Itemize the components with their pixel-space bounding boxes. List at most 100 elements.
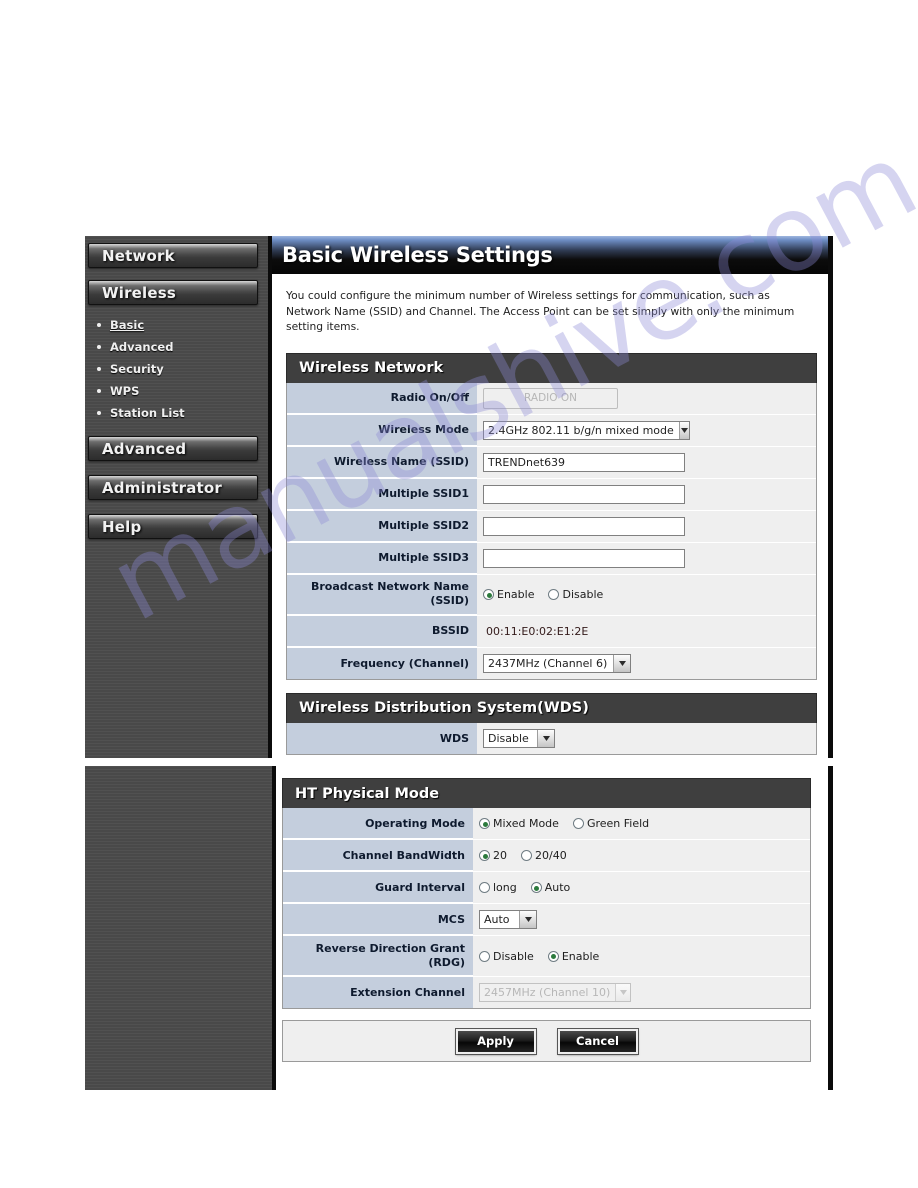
frequency-select[interactable]: 2437MHz (Channel 6) [483,653,631,673]
rdg-disable-radio[interactable]: Disable [479,950,534,963]
intro-text: You could configure the minimum number o… [286,289,795,334]
wireless-network-section: Wireless Network Radio On/Off RADIO ON W… [286,352,817,680]
row-frequency: Frequency (Channel) 2437MHz (Channel 6) [287,647,816,679]
row-field: Disable Enable [473,936,810,976]
row-label: Frequency (Channel) [287,647,477,679]
guard-auto-radio[interactable]: Auto [530,881,571,894]
radio-label: Green Field [586,817,650,830]
row-label: Reverse Direction Grant (RDG) [283,936,473,976]
sidebar-item-network[interactable]: Network [88,243,258,268]
radio-label: 20/40 [535,849,567,862]
radio-selected-icon [479,818,490,829]
section-title: HT Physical Mode [295,785,440,802]
row-label: Radio On/Off [287,382,477,414]
sidebar-item-wireless[interactable]: Wireless [88,280,258,305]
bandwidth-2040-radio[interactable]: 20/40 [521,849,567,862]
sidebar-item-label: Help [102,517,142,536]
section-header: HT Physical Mode [282,778,811,808]
bottom-spacer [276,1062,833,1090]
mcs-select[interactable]: Auto [479,910,537,929]
sidebar-item-advanced-main[interactable]: Advanced [88,436,258,461]
cancel-button[interactable]: Cancel [556,1027,639,1055]
row-wireless-mode: Wireless Mode 2.4GHz 802.11 b/g/n mixed … [287,414,816,447]
sidebar-item-advanced[interactable]: Advanced [85,336,268,358]
radio-selected-icon [547,950,559,962]
ssid-input[interactable]: TRENDnet639 [483,452,685,472]
radio-unselected-icon [572,818,584,829]
row-channel-bandwidth: Channel BandWidth 20 20/40 [283,840,810,872]
multiple-ssid1-input[interactable] [483,484,685,504]
multiple-ssid3-input[interactable] [483,548,685,568]
bssid-value: 00:11:E0:02:E1:2E [486,624,589,638]
sidebar-top: Network Wireless Basic Advanced Security… [85,236,272,758]
sidebar-item-basic[interactable]: Basic [85,314,268,336]
row-field: TRENDnet639 [477,446,816,478]
row-label: Multiple SSID1 [287,478,477,510]
sidebar-item-administrator[interactable]: Administrator [88,475,258,500]
rdg-enable-radio[interactable]: Enable [547,950,599,963]
radio-unselected-icon [548,589,560,601]
rdg-radio-group: Disable Enable [479,950,599,963]
radio-selected-icon [479,850,490,861]
radio-label: 20 [493,849,507,862]
chevron-down-icon [537,729,554,747]
select-value: 2.4GHz 802.11 b/g/n mixed mode [488,423,674,437]
row-extension-channel: Extension Channel 2457MHz (Channel 10) [283,977,810,1008]
row-label: Wireless Mode [287,414,477,446]
wds-select[interactable]: Disable [483,728,555,748]
row-field: Enable Disable [477,574,816,615]
ht-physical-mode-section: HT Physical Mode Operating Mode Mixed Mo… [282,778,811,1009]
select-value: Auto [484,913,510,926]
sidebar-item-label: Network [102,246,175,265]
radio-label: Mixed Mode [493,817,559,830]
panel-right-edge [828,236,833,758]
section-body: WDS Disable [286,722,817,755]
sidebar-item-wps[interactable]: WPS [85,380,268,402]
sidebar-item-help[interactable]: Help [88,514,258,539]
sidebar-item-label: Administrator [102,478,223,497]
section-title: Wireless Distribution System(WDS) [299,700,589,717]
broadcast-disable-radio[interactable]: Disable [548,588,603,601]
screenshot-top: Network Wireless Basic Advanced Security… [85,236,833,758]
sidebar-item-label: Advanced [102,439,187,458]
guard-long-radio[interactable]: long [479,881,517,894]
broadcast-enable-radio[interactable]: Enable [483,588,534,601]
sidebar-item-label: Station List [110,406,185,420]
radio-label: long [493,881,517,894]
wireless-mode-select[interactable]: 2.4GHz 802.11 b/g/n mixed mode [483,420,690,440]
radio-unselected-icon [479,950,490,962]
radio-selected-icon [530,882,542,893]
bullet-icon [97,367,101,371]
row-wds: WDS Disable [287,722,816,754]
apply-button[interactable]: Apply [454,1027,537,1055]
row-operating-mode: Operating Mode Mixed Mode Green Field [283,808,810,840]
broadcast-radio-group: Enable Disable [483,588,603,601]
operating-mode-mixed-radio[interactable]: Mixed Mode [479,817,559,830]
row-field [477,478,816,510]
row-field: 20 20/40 [473,840,810,871]
chevron-down-icon [613,654,630,672]
bandwidth-20-radio[interactable]: 20 [479,849,507,862]
page-header: Basic Wireless Settings [272,236,833,274]
section-body: Operating Mode Mixed Mode Green Field Ch… [282,808,811,1009]
row-field: 2457MHz (Channel 10) [473,977,810,1008]
row-field: 2437MHz (Channel 6) [477,647,816,679]
select-value: 2457MHz (Channel 10) [484,986,611,999]
screenshot-bottom: HT Physical Mode Operating Mode Mixed Mo… [85,766,833,1090]
row-label: Guard Interval [283,872,473,903]
multiple-ssid2-input[interactable] [483,516,685,536]
row-label: Multiple SSID3 [287,542,477,574]
radio-label: Enable [497,588,535,602]
sidebar-item-security[interactable]: Security [85,358,268,380]
sidebar-item-station-list[interactable]: Station List [85,402,268,424]
radio-label: Disable [493,949,534,963]
radio-on-button[interactable]: RADIO ON [483,387,618,409]
row-multiple-ssid1: Multiple SSID1 [287,478,816,511]
radio-unselected-icon [479,882,490,893]
operating-mode-greenfield-radio[interactable]: Green Field [572,817,650,830]
row-field: 00:11:E0:02:E1:2E [477,615,816,647]
radio-label: Auto [544,881,571,894]
wireless-submenu: Basic Advanced Security WPS Station List [85,314,268,424]
row-label: BSSID [287,615,477,647]
row-field: Mixed Mode Green Field [473,808,810,839]
